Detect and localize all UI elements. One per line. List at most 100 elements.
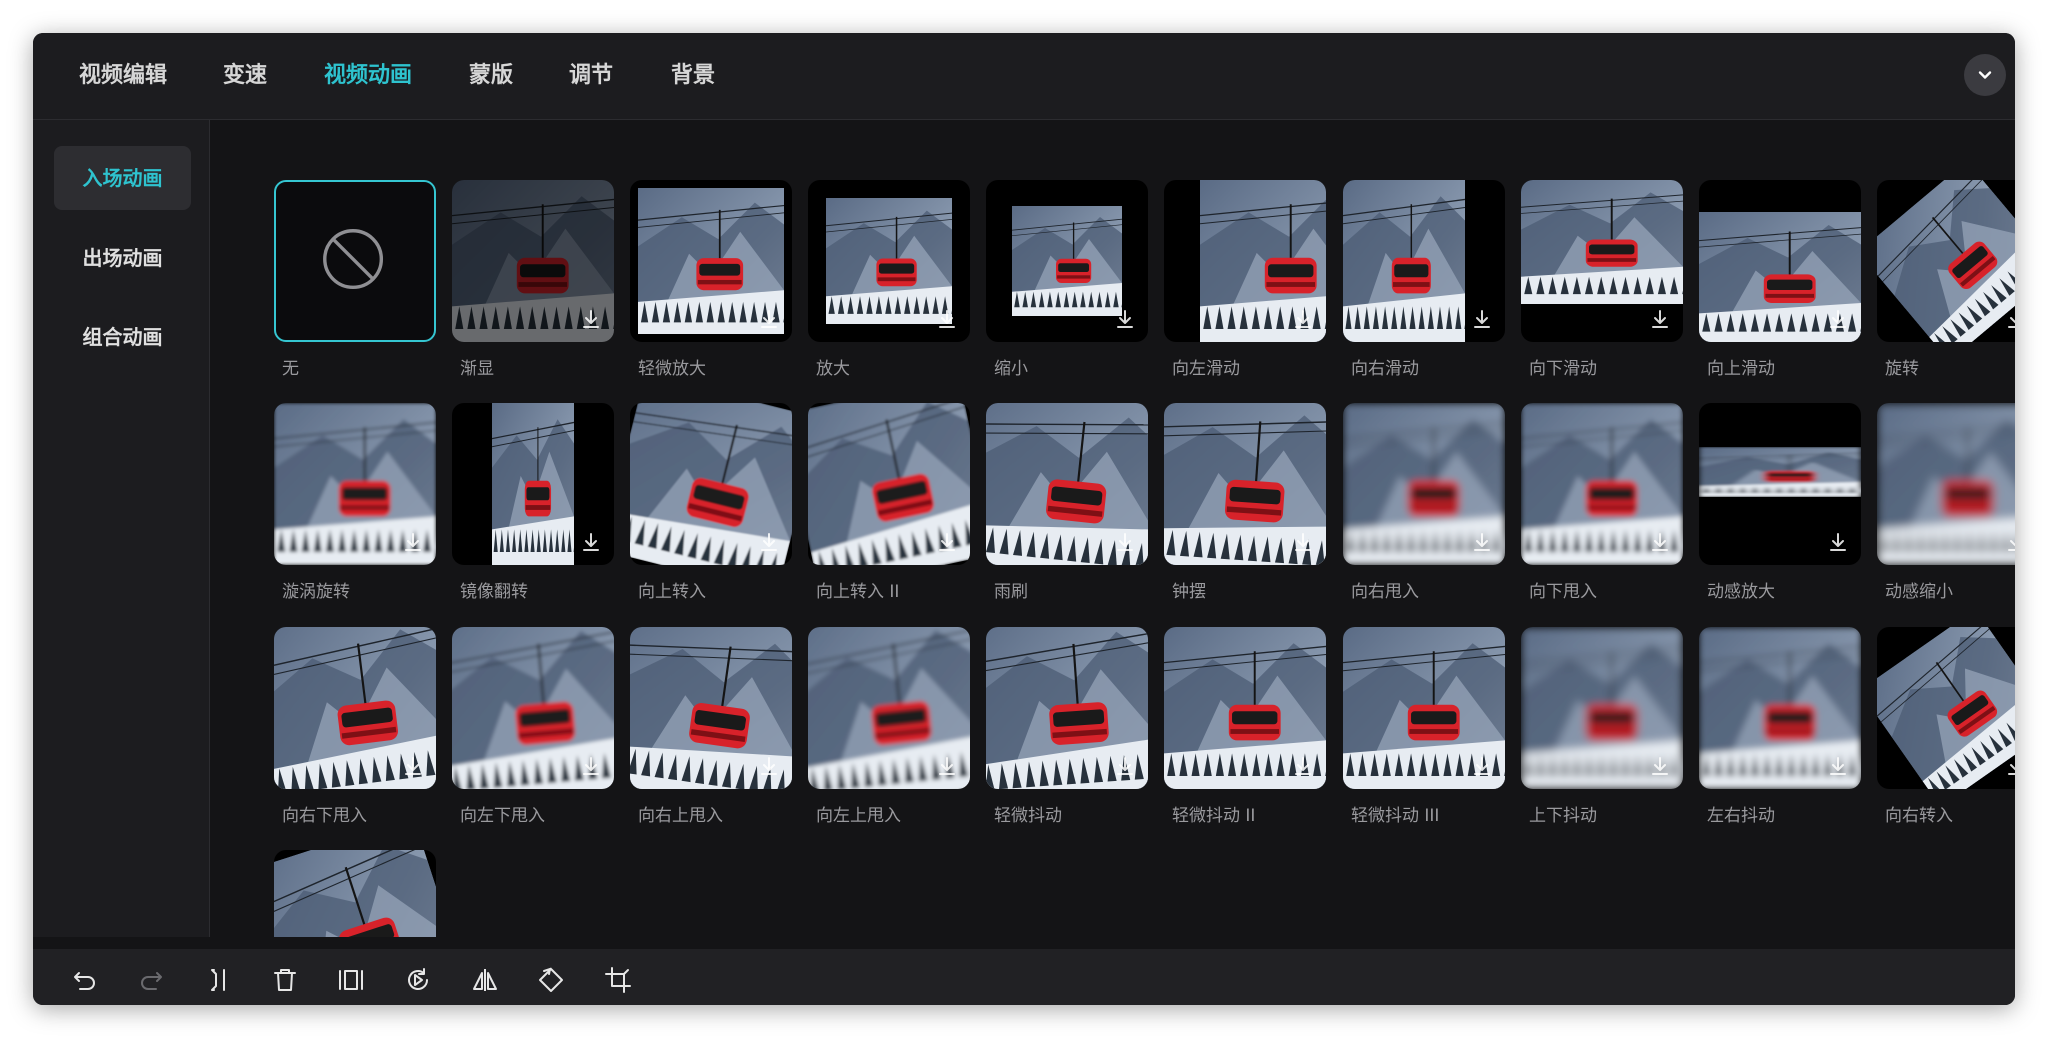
tab-mask[interactable]: 蒙版 (469, 33, 513, 119)
animation-option-slide-down[interactable]: 向下滑动 (1521, 180, 1683, 380)
download-icon[interactable] (1649, 308, 1671, 330)
redo-button[interactable] (136, 965, 166, 995)
reverse-play-button[interactable] (403, 965, 433, 995)
animation-thumbnail[interactable] (1877, 180, 2015, 342)
mirror-button[interactable] (470, 965, 500, 995)
download-icon[interactable] (1649, 531, 1671, 553)
download-icon[interactable] (1114, 531, 1136, 553)
rotate-button[interactable] (536, 965, 566, 995)
animation-thumbnail[interactable] (630, 403, 792, 565)
animation-option-zoom-out[interactable]: 缩小 (986, 180, 1148, 380)
animation-option-rotate-up-in[interactable]: 向上转入 (630, 403, 792, 603)
animation-option-none[interactable]: 无 (274, 180, 436, 380)
tab-video-edit[interactable]: 视频编辑 (79, 33, 167, 119)
download-icon[interactable] (936, 308, 958, 330)
collapse-button[interactable] (1964, 54, 2006, 96)
animation-option-slide-up[interactable]: 向上滑动 (1699, 180, 1861, 380)
animation-option-rotate[interactable]: 旋转 (1877, 180, 2015, 380)
animation-option-zoom-in[interactable]: 放大 (808, 180, 970, 380)
tab-speed[interactable]: 变速 (223, 33, 267, 119)
tab-video-animation[interactable]: 视频动画 (324, 33, 412, 119)
download-icon[interactable] (1471, 531, 1493, 553)
animation-thumbnail[interactable] (1877, 403, 2015, 565)
download-icon[interactable] (402, 531, 424, 553)
animation-option-mirror-flip[interactable]: 镜像翻转 (452, 403, 614, 603)
download-icon[interactable] (1471, 308, 1493, 330)
animation-thumbnail[interactable] (986, 627, 1148, 789)
animation-thumbnail[interactable] (1343, 403, 1505, 565)
animation-option-rotate-right-in[interactable]: 向右转入 (1877, 627, 2015, 827)
animation-option-extra[interactable] (274, 850, 436, 937)
download-icon[interactable] (1292, 531, 1314, 553)
animation-option-slight-shake-2[interactable]: 轻微抖动 II (1164, 627, 1326, 827)
animation-thumbnail[interactable] (1343, 627, 1505, 789)
animation-option-swing-left-down-in[interactable]: 向左下甩入 (452, 627, 614, 827)
download-icon[interactable] (1649, 755, 1671, 777)
sidebar-item-combo[interactable]: 组合动画 (54, 305, 191, 369)
undo-button[interactable] (70, 965, 100, 995)
download-icon[interactable] (580, 308, 602, 330)
animation-thumbnail[interactable] (452, 180, 614, 342)
animation-thumbnail[interactable] (630, 180, 792, 342)
freeze-frame-button[interactable] (336, 965, 366, 995)
animation-thumbnail[interactable] (1521, 180, 1683, 342)
animation-thumbnail[interactable] (274, 850, 436, 937)
animation-option-slide-left[interactable]: 向左滑动 (1164, 180, 1326, 380)
download-icon[interactable] (1471, 755, 1493, 777)
tab-background[interactable]: 背景 (671, 33, 715, 119)
animation-option-vortex-rotate[interactable]: 漩涡旋转 (274, 403, 436, 603)
animation-option-swing-left-up-in[interactable]: 向左上甩入 (808, 627, 970, 827)
animation-option-horizontal-shake[interactable]: 左右抖动 (1699, 627, 1861, 827)
animation-option-dynamic-zoom-out[interactable]: 动感缩小 (1877, 403, 2015, 603)
download-icon[interactable] (1827, 531, 1849, 553)
download-icon[interactable] (2005, 308, 2015, 330)
animation-thumbnail[interactable] (274, 627, 436, 789)
animation-thumbnail[interactable] (1699, 180, 1861, 342)
animation-option-slight-zoom-in[interactable]: 轻微放大 (630, 180, 792, 380)
download-icon[interactable] (580, 531, 602, 553)
sidebar-item-exit[interactable]: 出场动画 (54, 226, 191, 290)
download-icon[interactable] (1827, 755, 1849, 777)
sidebar-item-entrance[interactable]: 入场动画 (54, 146, 191, 210)
animation-thumbnail[interactable] (630, 627, 792, 789)
animation-thumbnail[interactable] (1877, 627, 2015, 789)
animation-thumbnail[interactable] (1164, 180, 1326, 342)
animation-option-swing-right-in[interactable]: 向右甩入 (1343, 403, 1505, 603)
delete-button[interactable] (270, 965, 300, 995)
animation-option-vertical-shake[interactable]: 上下抖动 (1521, 627, 1683, 827)
download-icon[interactable] (580, 755, 602, 777)
animation-option-swing-right-up-in[interactable]: 向右上甩入 (630, 627, 792, 827)
animation-thumbnail[interactable] (1521, 627, 1683, 789)
animation-thumbnail[interactable] (1521, 403, 1683, 565)
download-icon[interactable] (2005, 531, 2015, 553)
crop-button[interactable] (603, 965, 633, 995)
animation-option-fade-in[interactable]: 渐显 (452, 180, 614, 380)
animation-thumbnail[interactable] (1699, 403, 1861, 565)
animation-option-swing-down-in[interactable]: 向下甩入 (1521, 403, 1683, 603)
animation-option-slight-shake-3[interactable]: 轻微抖动 III (1343, 627, 1505, 827)
animation-option-slide-right[interactable]: 向右滑动 (1343, 180, 1505, 380)
animation-option-rotate-up-in-2[interactable]: 向上转入 II (808, 403, 970, 603)
split-button[interactable] (203, 965, 233, 995)
download-icon[interactable] (1114, 755, 1136, 777)
download-icon[interactable] (1827, 308, 1849, 330)
animation-thumbnail[interactable] (452, 403, 614, 565)
tab-adjust[interactable]: 调节 (569, 33, 613, 119)
animation-thumbnail[interactable] (1164, 627, 1326, 789)
animation-option-pendulum[interactable]: 钟摆 (1164, 403, 1326, 603)
animation-thumbnail[interactable] (986, 180, 1148, 342)
animation-thumbnail[interactable] (808, 180, 970, 342)
animation-thumbnail[interactable] (274, 180, 436, 342)
animation-thumbnail[interactable] (452, 627, 614, 789)
animation-thumbnail[interactable] (1699, 627, 1861, 789)
download-icon[interactable] (1292, 755, 1314, 777)
animation-option-dynamic-zoom-in[interactable]: 动感放大 (1699, 403, 1861, 603)
download-icon[interactable] (758, 308, 780, 330)
animation-thumbnail[interactable] (274, 403, 436, 565)
download-icon[interactable] (936, 531, 958, 553)
download-icon[interactable] (2005, 755, 2015, 777)
animation-option-wiper[interactable]: 雨刷 (986, 403, 1148, 603)
animation-option-slight-shake[interactable]: 轻微抖动 (986, 627, 1148, 827)
download-icon[interactable] (1114, 308, 1136, 330)
animation-thumbnail[interactable] (1164, 403, 1326, 565)
